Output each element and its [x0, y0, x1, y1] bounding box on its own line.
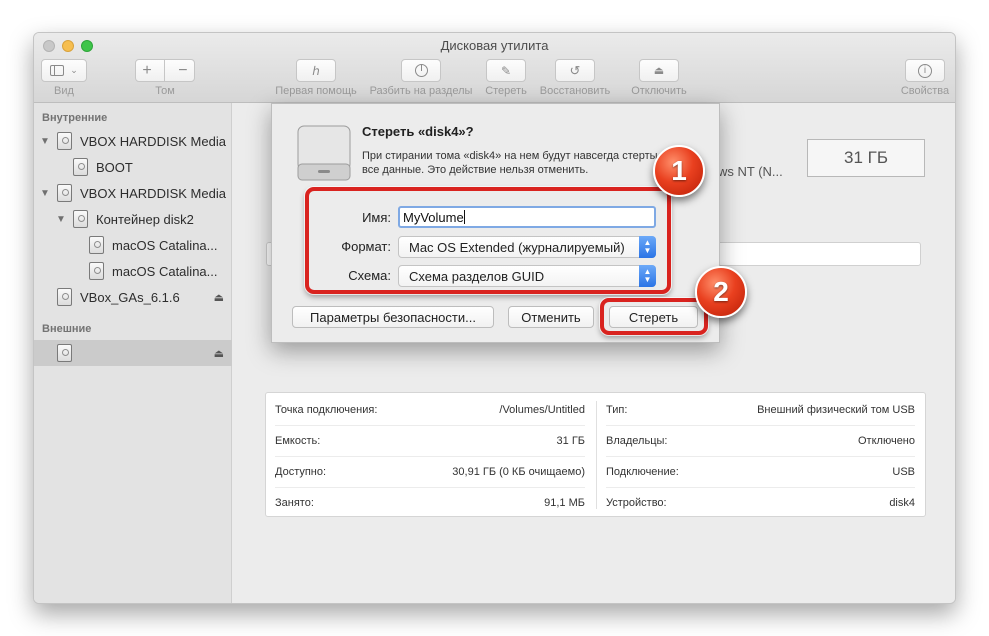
erase-toolbar-label: Стереть	[485, 85, 527, 97]
volume-icon	[73, 158, 88, 176]
step-badge-1: 1	[653, 145, 705, 197]
sidebar-header-external: Внешние	[42, 323, 92, 335]
sidebar-header-internal: Внутренние	[42, 112, 108, 124]
info-row: Тип: Внешний физический том USB	[606, 404, 915, 416]
unmount-button[interactable]: ⏏	[639, 59, 679, 82]
disclosure-triangle-icon[interactable]: ▼	[56, 214, 66, 225]
highlight-form-fields	[305, 187, 671, 294]
hard-disk-icon	[57, 132, 72, 150]
view-label: Вид	[54, 85, 74, 97]
sidebar-item-label: macOS Catalina...	[112, 237, 218, 253]
restore-label: Восстановить	[539, 85, 611, 97]
window-title: Дисковая утилита	[440, 38, 549, 53]
volume-icon	[89, 262, 104, 280]
sidebar-item-macos-catalina-2[interactable]: macOS Catalina...	[34, 258, 232, 284]
title-bar: Дисковая утилита ⌄ Вид + − Том ℎ Первая …	[34, 33, 955, 103]
sidebar-item-label: BOOT	[96, 159, 133, 175]
volume-label: Том	[155, 85, 175, 97]
eject-icon[interactable]: ⏏	[214, 347, 224, 360]
info-row: Занято: 91,1 МБ	[275, 497, 585, 509]
optical-disk-icon	[57, 288, 72, 306]
sidebar-item-vbox-gas[interactable]: VBox_GAs_6.1.6 ⏏	[34, 284, 232, 310]
stethoscope-icon: ℎ	[312, 63, 320, 78]
external-drive-icon	[297, 125, 351, 181]
sidebar-item-boot[interactable]: BOOT	[34, 154, 232, 180]
add-volume-button[interactable]: +	[142, 62, 151, 80]
sidebar-item-label: VBOX HARDDISK Media	[80, 133, 226, 149]
disclosure-triangle-icon[interactable]: ▼	[40, 136, 50, 147]
eject-icon: ⏏	[653, 65, 665, 77]
info-row: Емкость: 31 ГБ	[275, 435, 585, 447]
sidebar-item-external-disk[interactable]: ⏏	[34, 340, 232, 366]
step-badge-2: 2	[695, 266, 747, 318]
info-row: Устройство: disk4	[606, 497, 915, 509]
info-row: Точка подключения: /Volumes/Untitled	[275, 404, 585, 416]
dialog-message: При стирании тома «disk4» на нем будут н…	[362, 150, 658, 176]
info-row: Доступно: 30,91 ГБ (0 КБ очищаемо)	[275, 466, 585, 478]
info-table: Точка подключения: /Volumes/Untitled Емк…	[265, 392, 926, 517]
unmount-label: Отключить	[631, 85, 687, 97]
sidebar-item-vbox-disk-2[interactable]: ▼ VBOX HARDDISK Media	[34, 180, 232, 206]
sidebar-item-label: macOS Catalina...	[112, 263, 218, 279]
info-label: Свойства	[900, 85, 950, 97]
external-disk-icon	[57, 344, 72, 362]
pie-chart-icon	[414, 64, 428, 77]
info-row: Подключение: USB	[606, 466, 915, 478]
chevron-down-icon: ⌄	[70, 65, 78, 75]
view-button[interactable]: ⌄	[41, 59, 87, 82]
container-icon	[73, 210, 88, 228]
sidebar-item-container-disk2[interactable]: ▼ Контейнер disk2	[34, 206, 232, 232]
erase-icon: ✎	[500, 63, 512, 78]
highlight-erase-button	[600, 298, 708, 335]
remove-volume-button[interactable]: −	[178, 62, 187, 80]
first-aid-button[interactable]: ℎ	[296, 59, 336, 82]
security-options-button[interactable]: Параметры безопасности...	[292, 306, 494, 328]
sidebar-item-label: VBOX HARDDISK Media	[80, 185, 226, 201]
hard-disk-icon	[57, 184, 72, 202]
restore-button[interactable]: ↺	[555, 59, 595, 82]
restore-icon: ↺	[569, 62, 581, 78]
disclosure-triangle-icon[interactable]: ▼	[40, 188, 50, 199]
partition-label: Разбить на разделы	[369, 85, 473, 97]
capacity-box: 31 ГБ	[807, 139, 925, 177]
sidebar-item-label: VBox_GAs_6.1.6	[80, 289, 180, 305]
volume-buttons: + −	[135, 59, 195, 82]
sidebar-item-macos-catalina-1[interactable]: macOS Catalina...	[34, 232, 232, 258]
first-aid-label: Первая помощь	[275, 85, 357, 97]
sidebar: Внутренние ▼ VBOX HARDDISK Media BOOT ▼ …	[34, 103, 232, 603]
cancel-button[interactable]: Отменить	[508, 306, 594, 328]
erase-toolbar-button[interactable]: ✎	[486, 59, 526, 82]
format-description: ws NT (N...	[718, 164, 783, 179]
sidebar-icon	[50, 65, 65, 76]
eject-icon[interactable]: ⏏	[214, 291, 224, 304]
info-row: Владельцы: Отключено	[606, 435, 915, 447]
info-icon: i	[918, 63, 932, 78]
sidebar-item-vbox-disk-1[interactable]: ▼ VBOX HARDDISK Media	[34, 128, 232, 154]
info-button[interactable]: i	[905, 59, 945, 82]
dialog-title: Стереть «disk4»?	[362, 124, 474, 139]
sidebar-item-label: Контейнер disk2	[96, 211, 194, 227]
partition-button[interactable]	[401, 59, 441, 82]
volume-icon	[89, 236, 104, 254]
